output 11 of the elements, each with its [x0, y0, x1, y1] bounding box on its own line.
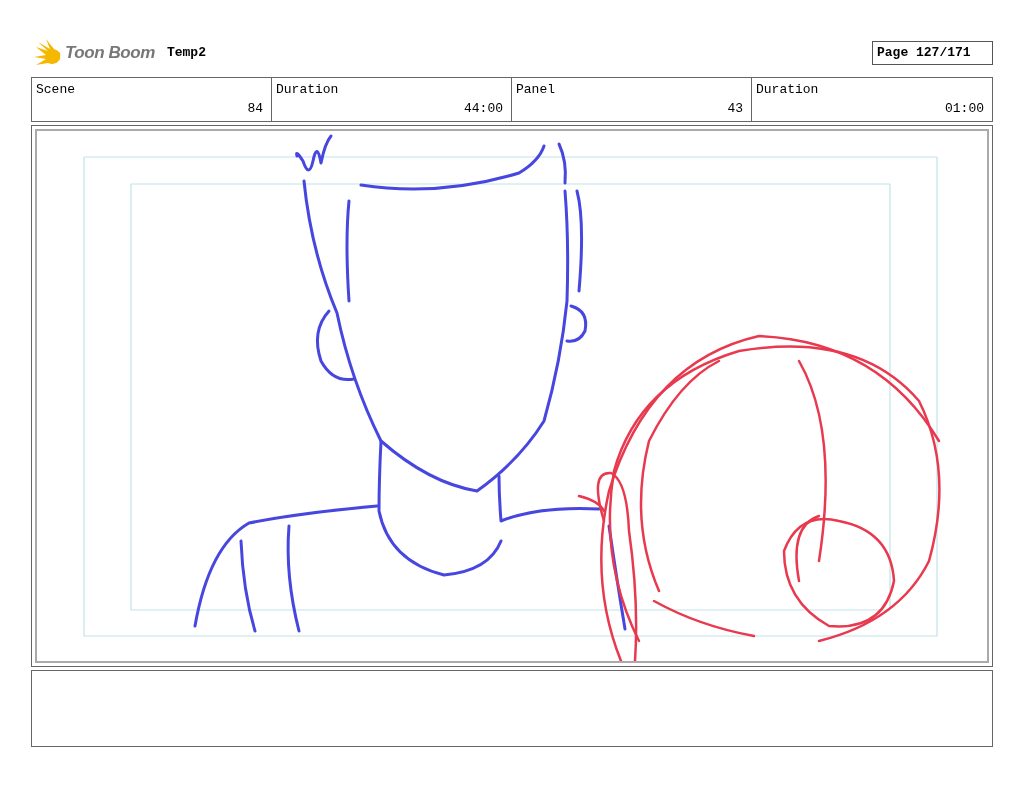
logo-text: Toon Boom	[65, 42, 155, 65]
field-label: Scene	[36, 82, 75, 98]
field-label: Panel	[516, 82, 555, 98]
page-number: Page 127/171	[872, 41, 993, 65]
field-value: 43	[727, 101, 743, 117]
field-value: 84	[247, 101, 263, 117]
field-label: Duration	[756, 82, 819, 98]
field-label: Duration	[276, 82, 339, 98]
project-name: Temp2	[166, 44, 206, 63]
field-value: 01:00	[945, 101, 984, 117]
field-value: 44:00	[464, 101, 503, 117]
